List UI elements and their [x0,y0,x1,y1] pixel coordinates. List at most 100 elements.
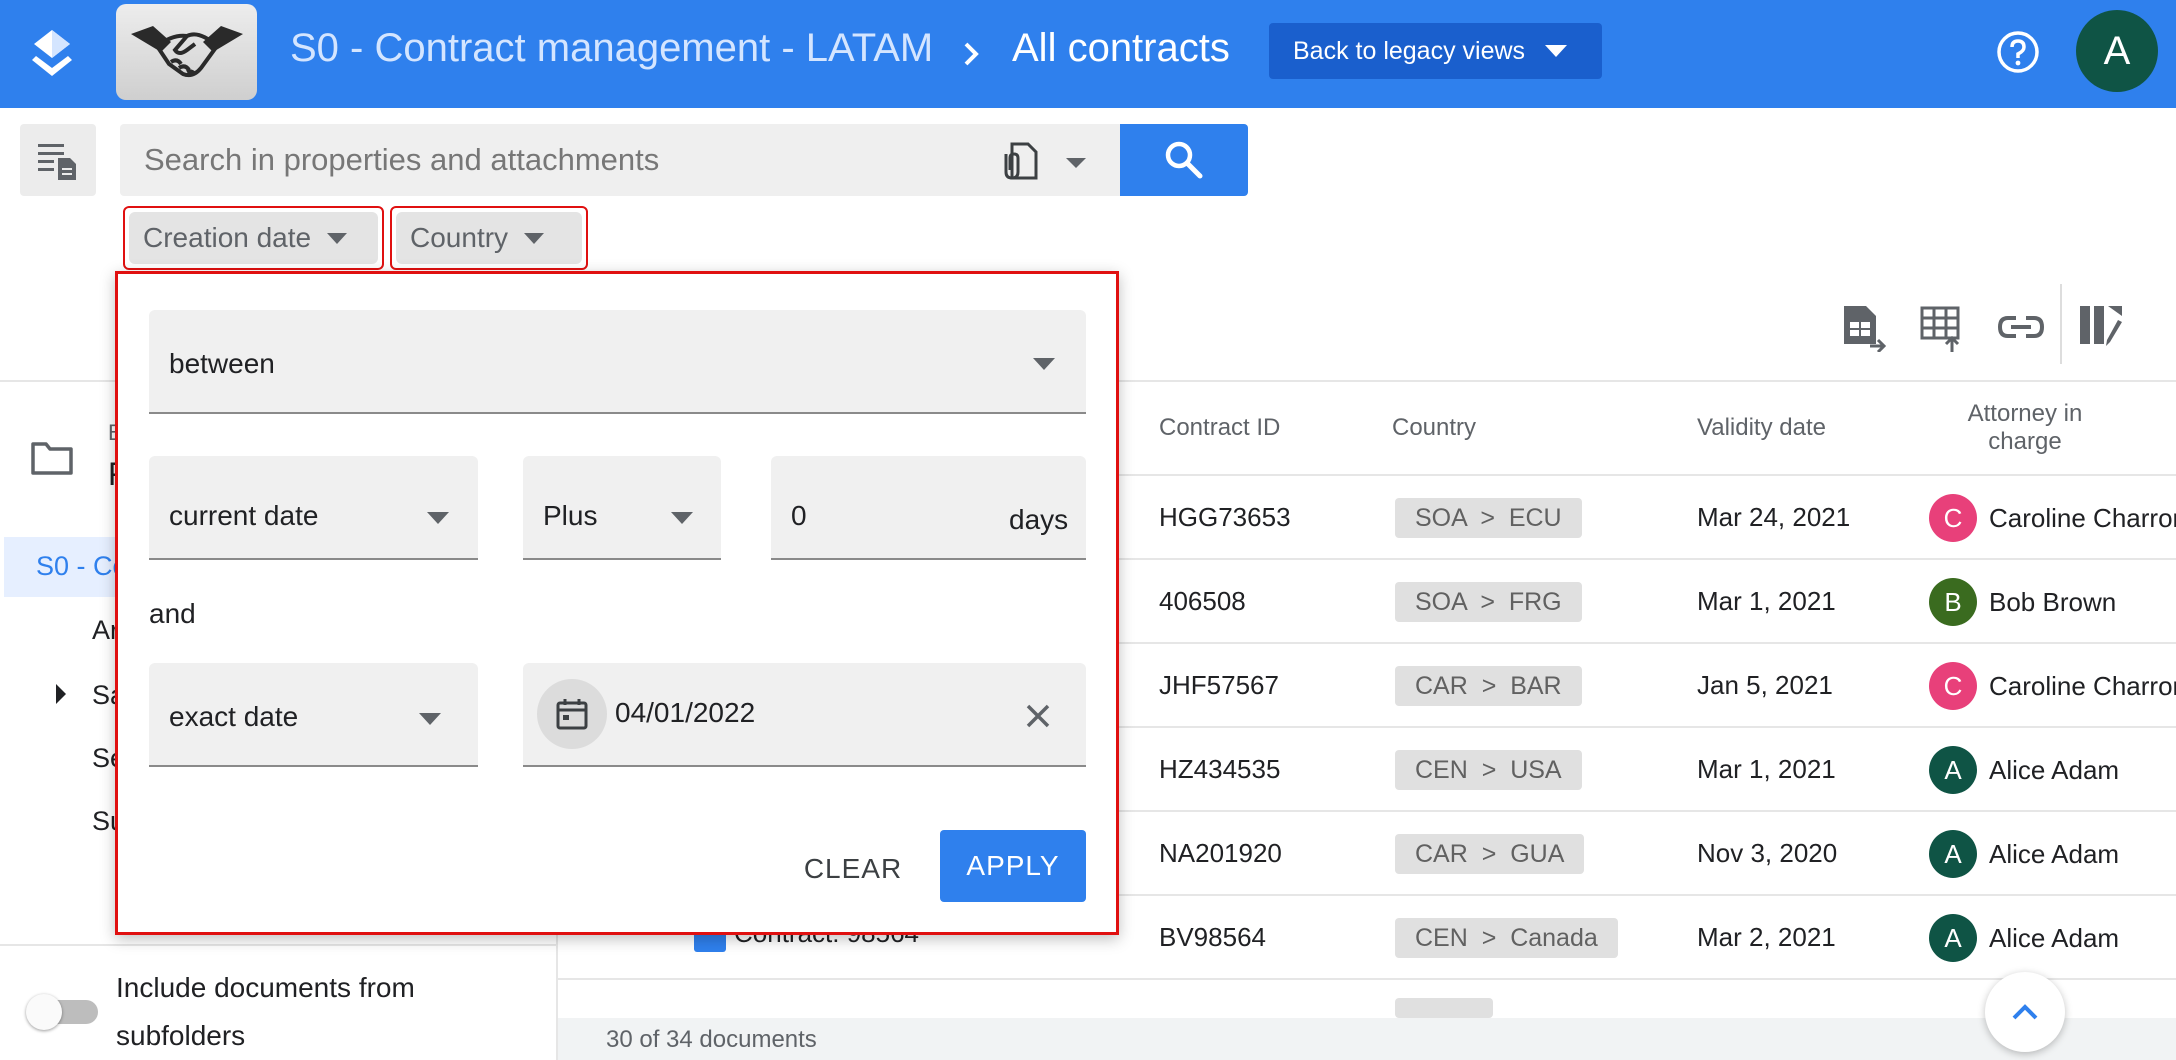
attorney-cell[interactable]: B Bob Brown [1929,578,2116,626]
country-code: BAR [1510,672,1562,700]
attorney-cell[interactable]: A Alice Adam [1929,830,2119,878]
country-chip: CEN > Canada [1395,918,1618,958]
attorney-avatar: C [1929,662,1977,710]
attorney-avatar: B [1929,578,1977,626]
validity-date-cell: Nov 3, 2020 [1697,838,1838,868]
region-code: SOA [1415,588,1467,616]
include-subfolders-toggle[interactable] [26,994,100,1030]
attorney-name: Caroline Charron [1989,670,2176,701]
app-logo-icon[interactable] [26,26,78,82]
attorney-cell[interactable]: A Alice Adam [1929,914,2119,962]
country-chip: CEN > USA [1395,750,1582,790]
contract-id-cell: HZ434535 [1159,754,1281,784]
caret-down-icon [327,232,348,244]
folder-icon [30,440,74,476]
region-code: CEN [1415,756,1468,784]
search-mode-caret-down-icon[interactable] [1064,156,1088,170]
folder-thumbnail-handshake-icon [116,4,257,100]
contract-id-cell: NA201920 [1159,838,1282,868]
back-to-legacy-views-button[interactable]: Back to legacy views [1269,23,1602,79]
toggle-sidebar-icon[interactable] [20,124,96,196]
expand-caret-right-icon[interactable] [54,684,68,704]
import-table-icon[interactable] [1918,302,1968,352]
attachment-search-icon[interactable] [1002,138,1042,182]
hierarchy-separator: > [1467,840,1511,868]
include-subfolders-label: Include documents from subfolders [116,972,415,1051]
calendar-icon[interactable] [537,679,607,749]
region-code: CAR [1415,840,1468,868]
caret-down-icon [1033,358,1055,370]
country-chip: SOA > FRG [1395,582,1582,622]
column-header-country[interactable]: Country [1392,414,1476,442]
from-amount-value: 0 [791,500,807,531]
caret-down-icon [671,512,693,524]
search-input[interactable] [144,138,984,182]
from-reference-value: current date [169,500,319,531]
hierarchy-separator: > [1466,504,1509,532]
validity-date-cell: Mar 24, 2021 [1697,502,1851,532]
clear-date-close-icon[interactable] [1023,701,1053,731]
to-reference-select[interactable]: exact date [149,663,478,767]
column-header-validity-date[interactable]: Validity date [1697,414,1826,442]
validity-date-cell: Mar 1, 2021 [1697,586,1836,616]
caret-down-icon [427,512,449,524]
hierarchy-separator: > [1467,924,1511,952]
to-date-value: 04/01/2022 [615,697,756,728]
attorney-name: Alice Adam [1989,922,2120,953]
breadcrumb-chevron-right-icon [956,34,986,74]
attorney-name: Caroline Charron [1989,502,2176,533]
attorney-avatar: A [1929,746,1977,794]
search-button[interactable] [1120,124,1248,196]
country-code: ECU [1508,504,1562,532]
caret-down-icon [1545,45,1568,57]
sidebar-footer-divider [0,944,556,946]
validity-date-cell: Jan 5, 2021 [1697,670,1833,700]
creation-date-chip-label: Creation date [143,222,312,253]
from-modifier-select[interactable]: Plus [523,456,721,560]
creation-date-filter-chip[interactable]: Creation date [123,206,384,270]
user-avatar[interactable]: A [2076,10,2158,92]
search-box [120,124,1120,196]
attorney-cell[interactable]: C Caroline Charron [1929,662,2176,710]
sidebar-selected-label: S0 - Co [36,551,128,581]
hierarchy-separator: > [1467,672,1511,700]
attorney-cell[interactable]: C Caroline Charron [1929,494,2176,542]
country-code: USA [1510,756,1562,784]
country-code: Canada [1510,924,1598,952]
validity-date-cell: Mar 2, 2021 [1697,922,1836,952]
help-icon[interactable] [1995,29,2041,75]
contract-id-cell: BV98564 [1159,922,1266,952]
attorney-cell[interactable]: A Alice Adam [1929,746,2119,794]
copy-link-icon[interactable] [1996,302,2046,352]
breadcrumb-folder-link[interactable]: S0 - Contract management - LATAM [290,26,933,71]
attorney-avatar: C [1929,494,1977,542]
row-divider [558,978,2176,980]
operator-select[interactable]: between [149,310,1086,414]
document-count: 30 of 34 documents [606,1026,817,1053]
breadcrumb-current-view: All contracts [1012,26,1230,70]
from-amount-input[interactable]: 0 days [771,456,1086,560]
to-date-input[interactable]: 04/01/2022 [523,663,1086,767]
to-reference-value: exact date [169,701,299,732]
attorney-name: Alice Adam [1989,754,2120,785]
attorney-name: Bob Brown [1989,586,2117,617]
clear-button[interactable]: CLEAR [778,834,928,904]
from-reference-select[interactable]: current date [149,456,478,560]
country-chip: CAR > GUA [1395,834,1585,874]
from-modifier-value: Plus [543,500,598,531]
column-header-attorney[interactable]: Attorney in charge [1950,400,2100,456]
apply-button[interactable]: APPLY [940,830,1086,902]
edit-columns-icon[interactable] [2076,302,2126,352]
attorney-avatar: A [1929,914,1977,962]
scroll-to-top-button[interactable] [1985,972,2065,1052]
export-spreadsheet-icon[interactable] [1838,302,1888,352]
country-chip-label: Country [410,222,509,253]
country-filter-chip[interactable]: Country [390,206,588,270]
sidebar-item-selected-folder[interactable]: S0 - Co [4,537,128,597]
operator-value: between [169,348,275,379]
country-chip: CAR > BAR [1395,666,1582,706]
validity-date-cell: Mar 1, 2021 [1697,754,1836,784]
creation-date-filter-popup: between current date Plus 0 days and exa… [115,271,1119,935]
region-code: CAR [1415,672,1468,700]
column-header-contract-id[interactable]: Contract ID [1159,414,1280,442]
